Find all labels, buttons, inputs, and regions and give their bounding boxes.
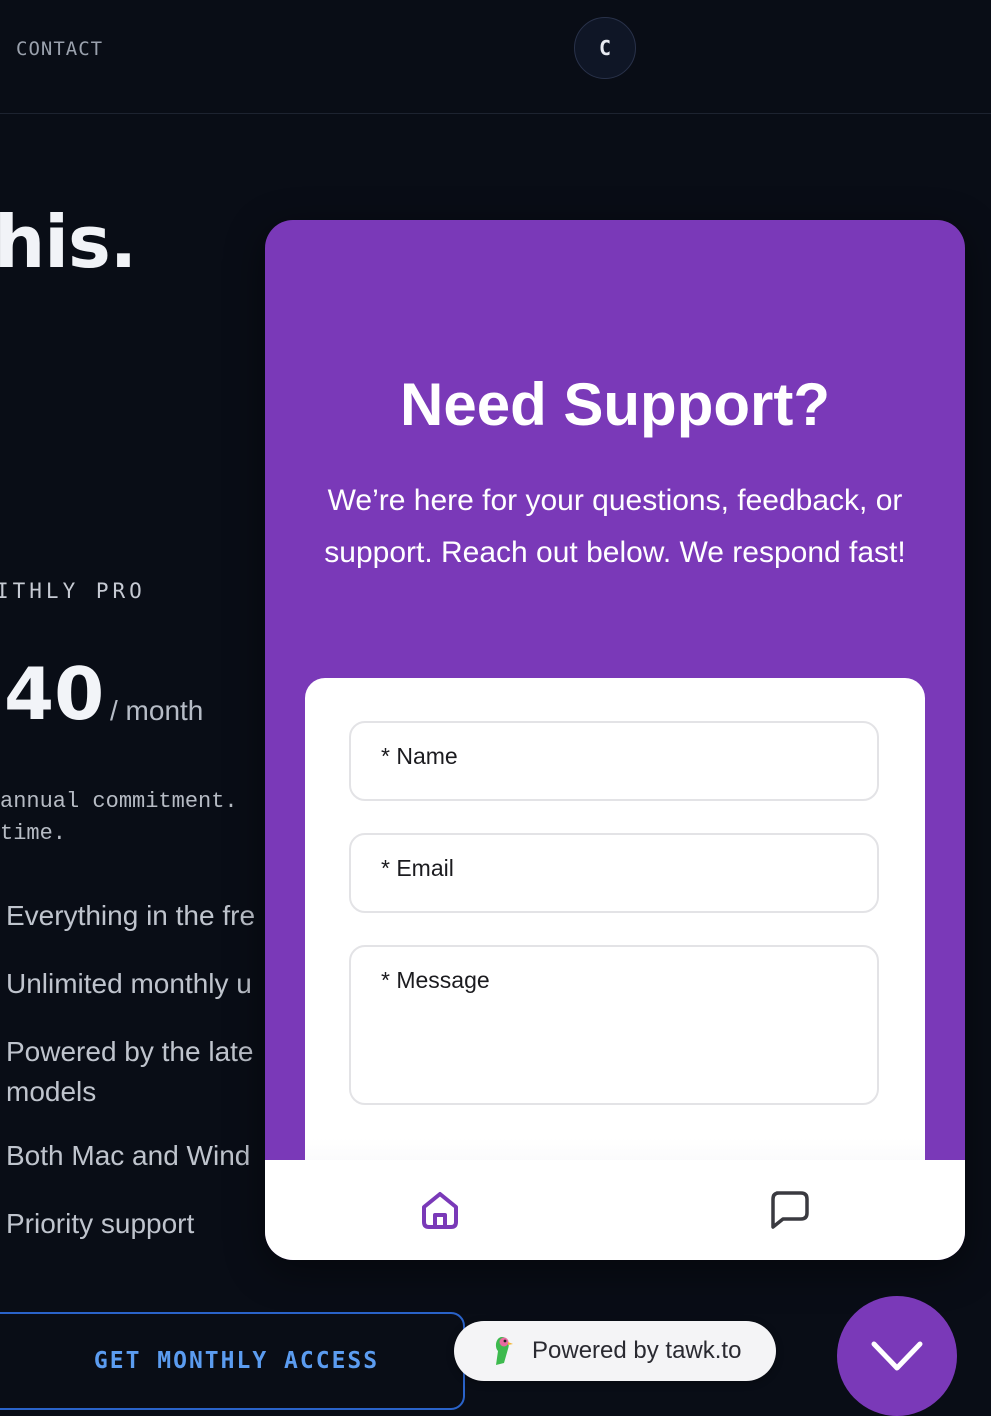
plan-label: ITHLY PRO <box>0 579 146 603</box>
tawk-parrot-icon <box>495 1337 513 1365</box>
widget-title: Need Support? <box>400 371 830 438</box>
widget-nav <box>265 1160 965 1260</box>
contact-form: * Name * Email * Message <box>305 678 925 1198</box>
feature-item: Unlimited monthly u <box>6 968 252 999</box>
nav-link-contact[interactable]: CONTACT <box>16 38 103 60</box>
feature-item: Priority support <box>6 1208 195 1239</box>
get-monthly-access-button[interactable]: GET MONTHLY ACCESS <box>0 1312 465 1410</box>
plan-period: / month <box>110 695 204 726</box>
feature-item: models <box>6 1076 97 1107</box>
plan-terms: annual commitment. time. <box>0 789 238 846</box>
home-tab[interactable] <box>416 1186 464 1234</box>
feature-item: Everything in the fre <box>6 900 256 931</box>
powered-by-text: Powered by tawk.to <box>532 1337 742 1364</box>
name-field-label: * Name <box>381 743 458 769</box>
feature-item: Powered by the late <box>6 1036 254 1067</box>
powered-by-tawk-link[interactable]: Powered by tawk.to <box>454 1321 776 1381</box>
chat-tab[interactable] <box>765 1186 813 1234</box>
email-field-label: * Email <box>381 855 454 881</box>
top-bar: CONTACT C <box>0 0 991 114</box>
message-field-label: * Message <box>381 967 490 993</box>
message-field[interactable]: * Message <box>349 945 879 1105</box>
name-field[interactable]: * Name <box>349 721 879 801</box>
widget-intro: We’re here for your questions, feedback,… <box>324 484 906 569</box>
hero-headline: his. <box>0 200 137 284</box>
plan-price: 40 <box>4 652 105 736</box>
email-field[interactable]: * Email <box>349 833 879 913</box>
home-icon <box>422 1192 458 1229</box>
support-widget: Need Support? We’re here for your questi… <box>265 220 965 1260</box>
feature-item: Both Mac and Wind <box>6 1140 251 1171</box>
chat-launcher-button[interactable] <box>837 1296 957 1416</box>
avatar[interactable]: C <box>574 17 636 79</box>
chat-icon <box>771 1191 809 1229</box>
chevron-down-icon <box>871 1341 923 1371</box>
